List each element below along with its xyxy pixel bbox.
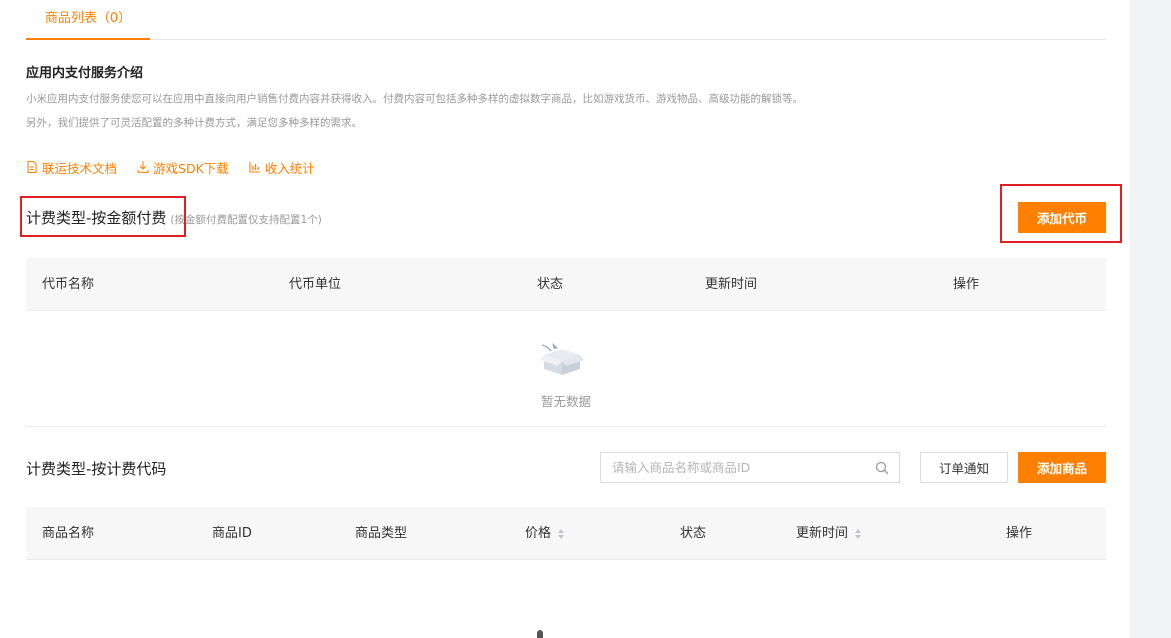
sort-icon[interactable] [854, 528, 862, 540]
main-panel: 商品列表（0） 应用内支付服务介绍 小米应用内支付服务使您可以在应用中直接向用户… [0, 0, 1130, 638]
intro-description-line2: 另外，我们提供了可灵活配置的多种计费方式，满足您多种多样的需求。 [26, 117, 362, 129]
empty-state-text: 暂无数据 [540, 394, 591, 409]
column-status: 状态 [537, 277, 564, 292]
highlight-box-section-title [20, 196, 186, 237]
intro-title: 应用内支付服务介绍 [26, 66, 144, 81]
order-notify-button[interactable]: 订单通知 [920, 452, 1008, 483]
link-tech-docs[interactable]: 联运技术文档 [26, 158, 117, 177]
column-price-label: 价格 [525, 526, 552, 541]
token-table-empty-state: 暂无数据 [26, 311, 1106, 427]
column-actions: 操作 [953, 277, 980, 292]
column-token-unit: 代币单位 [289, 277, 342, 292]
column-product-id: 商品ID [212, 526, 252, 541]
column-product-actions: 操作 [1006, 526, 1033, 541]
document-icon [27, 161, 37, 173]
download-icon [137, 161, 149, 173]
add-product-button[interactable]: 添加商品 [1018, 452, 1106, 483]
link-revenue-stats-label: 收入统计 [264, 160, 315, 176]
tab-bar: 商品列表（0） [26, 0, 1106, 40]
bar-chart-icon [249, 162, 260, 173]
column-update-time: 更新时间 [705, 277, 758, 292]
empty-box-icon-partial [537, 630, 543, 638]
intro-description-line1: 小米应用内支付服务使您可以在应用中直接向用户销售付费内容并获得收入。付费内容可包… [26, 93, 803, 105]
sort-icon[interactable] [557, 528, 565, 540]
link-sdk-download[interactable]: 游戏SDK下载 [137, 158, 229, 177]
section-amount-subtitle: (按金额付费配置仅支持配置1个) [170, 214, 322, 226]
search-icon[interactable] [875, 461, 889, 475]
empty-box-icon [540, 343, 584, 375]
token-table-header: 代币名称 代币单位 状态 更新时间 操作 [26, 258, 1106, 311]
tab-product-list[interactable]: 商品列表（0） [26, 0, 150, 40]
link-revenue-stats[interactable]: 收入统计 [249, 158, 315, 177]
product-table-header: 商品名称 商品ID 商品类型 价格 状态 更新时间 操作 [26, 507, 1106, 560]
product-search-box [600, 452, 900, 483]
column-token-name: 代币名称 [42, 277, 95, 292]
highlight-box-add-token [1000, 184, 1122, 243]
section-code-title: 计费类型-按计费代码 [26, 460, 167, 478]
column-price[interactable]: 价格 [525, 507, 565, 560]
link-sdk-download-label: 游戏SDK下载 [153, 160, 229, 176]
column-product-update-time[interactable]: 更新时间 [796, 507, 862, 560]
quick-links: 联运技术文档 游戏SDK下载 收入统计 [26, 158, 315, 176]
page-background-strip [1130, 0, 1171, 638]
product-search-input[interactable] [601, 453, 861, 482]
link-tech-docs-label: 联运技术文档 [42, 160, 118, 176]
column-product-status: 状态 [680, 526, 707, 541]
column-product-name: 商品名称 [42, 526, 95, 541]
column-product-update-time-label: 更新时间 [796, 526, 849, 541]
column-product-type: 商品类型 [355, 526, 408, 541]
